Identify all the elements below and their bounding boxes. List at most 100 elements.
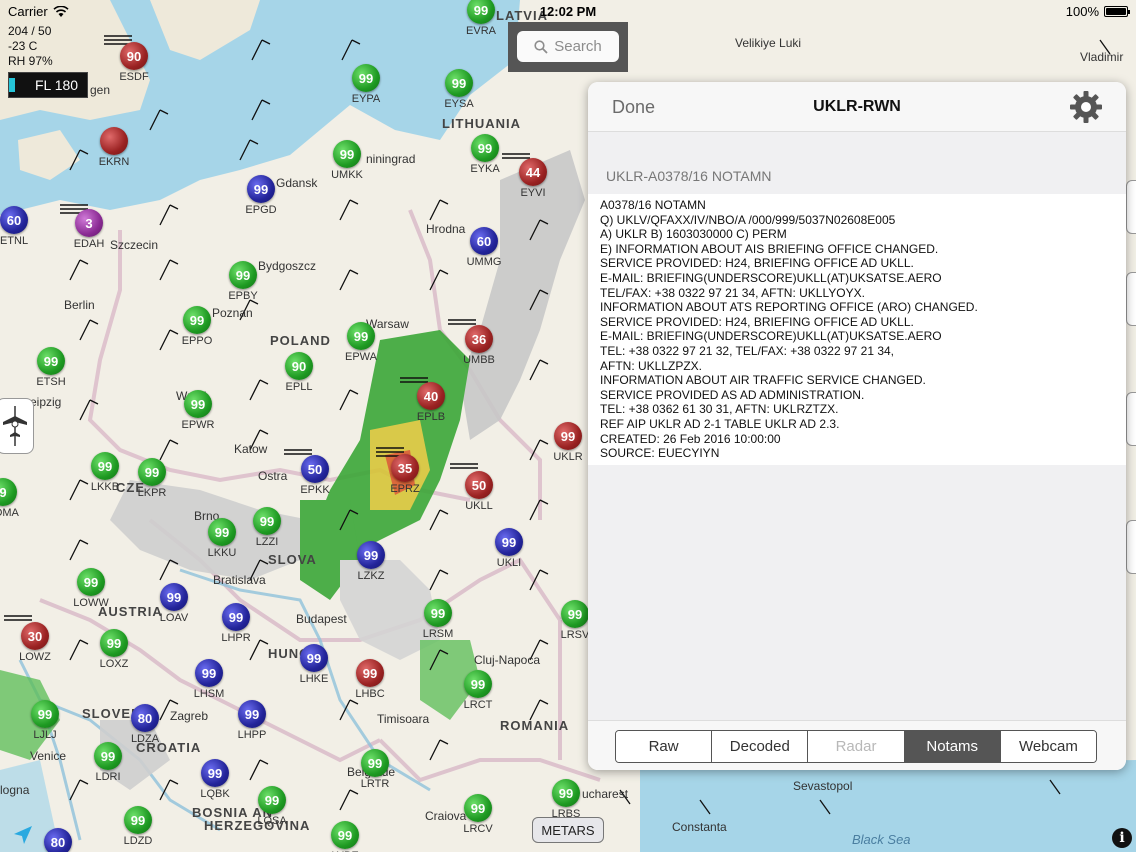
wind-readout: 204 / 50 (8, 24, 52, 38)
tab-notams[interactable]: Notams (904, 731, 1001, 762)
city-label: logna (0, 783, 30, 797)
location-arrow-icon[interactable] (12, 824, 34, 846)
city-label: Craiova (425, 809, 467, 823)
city-label: Velikiye Luki (735, 36, 802, 50)
station-code: UKLL (465, 500, 493, 512)
station-marker[interactable]: 60 (0, 206, 28, 234)
gear-icon[interactable] (1068, 89, 1104, 125)
station-marker[interactable]: 99 (160, 583, 188, 611)
station-marker[interactable]: 99 (124, 806, 152, 834)
station-marker[interactable]: 80 (131, 704, 159, 732)
station-code: ETNL (0, 235, 29, 247)
station-code: UKLI (496, 557, 522, 569)
station-marker[interactable]: 99 (464, 670, 492, 698)
station-marker[interactable]: 99 (195, 659, 223, 687)
station-marker[interactable]: 99 (94, 742, 122, 770)
station-code: LHBC (355, 688, 385, 700)
city-label: Poznan (212, 306, 253, 320)
station-marker[interactable]: 50 (465, 471, 493, 499)
station-marker[interactable]: 99 (495, 528, 523, 556)
station-marker[interactable]: 44 (519, 158, 547, 186)
station-marker[interactable]: 99 (357, 541, 385, 569)
station-marker[interactable]: 99 (356, 659, 384, 687)
station-marker[interactable]: 80 (44, 828, 72, 852)
station-code: UKLR (553, 451, 583, 463)
station-marker[interactable]: 99 (184, 390, 212, 418)
station-marker[interactable]: 99 (347, 322, 375, 350)
station-marker[interactable]: 99 (554, 422, 582, 450)
flight-level-selector[interactable]: FL 180 (8, 72, 88, 98)
station-code: LRCT (463, 699, 493, 711)
station-marker[interactable]: 99 (561, 600, 589, 628)
station-marker[interactable]: 90 (120, 42, 148, 70)
station-marker[interactable]: 60 (470, 227, 498, 255)
station-marker[interactable]: 99 (333, 140, 361, 168)
city-label: Venice (30, 749, 67, 763)
station-marker[interactable]: 90 (285, 352, 313, 380)
station-marker[interactable]: 3 (75, 209, 103, 237)
tab-decoded[interactable]: Decoded (712, 731, 809, 762)
status-time: 12:02 PM (539, 4, 597, 19)
station-marker[interactable]: 99 (91, 452, 119, 480)
station-marker[interactable]: 99 (445, 69, 473, 97)
station-code: LKKB (90, 481, 120, 493)
station-marker[interactable]: 40 (417, 382, 445, 410)
city-label: niningrad (366, 152, 416, 166)
airplane-icon (3, 406, 27, 446)
city-label: Cluj-Napoca (474, 653, 541, 667)
station-marker[interactable]: 99 (471, 134, 499, 162)
station-marker[interactable]: 99 (258, 786, 286, 814)
station-code: EPWR (181, 419, 215, 431)
station-marker[interactable]: 99 (247, 175, 275, 203)
station-marker[interactable]: 99 (552, 779, 580, 807)
station-marker[interactable]: 30 (21, 622, 49, 650)
station-code: UMKK (331, 169, 363, 181)
station-marker[interactable]: 35 (391, 454, 419, 482)
flight-level-label: FL 180 (35, 77, 79, 93)
station-marker[interactable]: 99 (229, 261, 257, 289)
station-marker[interactable]: 99 (37, 347, 65, 375)
city-label: eipzig (30, 395, 62, 409)
right-toolbar[interactable] (1126, 126, 1136, 646)
station-marker[interactable]: 99 (300, 644, 328, 672)
panel-title: UKLR-RWN (813, 98, 901, 115)
station-marker[interactable]: 50 (301, 455, 329, 483)
search-button[interactable]: Search (517, 31, 619, 62)
station-marker[interactable]: 99 (31, 700, 59, 728)
station-code: LJLJ (33, 729, 57, 741)
metars-button[interactable]: METARS (532, 817, 604, 843)
tab-webcam[interactable]: Webcam (1000, 731, 1096, 762)
city-label: Katow (234, 442, 268, 456)
station-marker[interactable]: 99 (77, 568, 105, 596)
station-code: EYSA (444, 98, 474, 110)
station-code: LRSV (560, 629, 590, 641)
tab-raw[interactable]: Raw (616, 731, 713, 762)
view-segmented-control[interactable]: Raw Decoded Radar Notams Webcam (615, 730, 1097, 763)
station-code: LRTR (360, 778, 390, 790)
station-marker[interactable]: 99 (253, 507, 281, 535)
station-marker[interactable]: 99 (100, 629, 128, 657)
station-marker[interactable]: 99 (208, 518, 236, 546)
station-marker[interactable] (100, 127, 128, 155)
station-code: EPLB (416, 411, 446, 423)
info-button[interactable]: i (1112, 828, 1132, 848)
station-marker[interactable]: 99 (183, 306, 211, 334)
station-marker[interactable]: 99 (424, 599, 452, 627)
station-code: LHPP (237, 729, 267, 741)
humidity-readout: RH 97% (8, 54, 53, 68)
aircraft-control[interactable] (0, 398, 34, 454)
station-marker[interactable]: 99 (352, 64, 380, 92)
station-marker[interactable]: 99 (138, 458, 166, 486)
station-marker[interactable]: 36 (465, 325, 493, 353)
station-marker[interactable]: 99 (238, 700, 266, 728)
station-marker[interactable]: 99 (464, 794, 492, 822)
station-marker[interactable]: 99 (201, 759, 229, 787)
station-code: EPWA (345, 351, 377, 363)
station-marker[interactable]: 99 (222, 603, 250, 631)
station-marker[interactable]: 99 (361, 749, 389, 777)
city-label: Bydgoszcz (258, 259, 317, 273)
station-marker[interactable]: 99 (331, 821, 359, 849)
city-label: Constanta (672, 820, 727, 834)
city-label: Gdansk (276, 176, 318, 190)
status-bar: Carrier 12:02 PM 100% (0, 0, 1136, 22)
